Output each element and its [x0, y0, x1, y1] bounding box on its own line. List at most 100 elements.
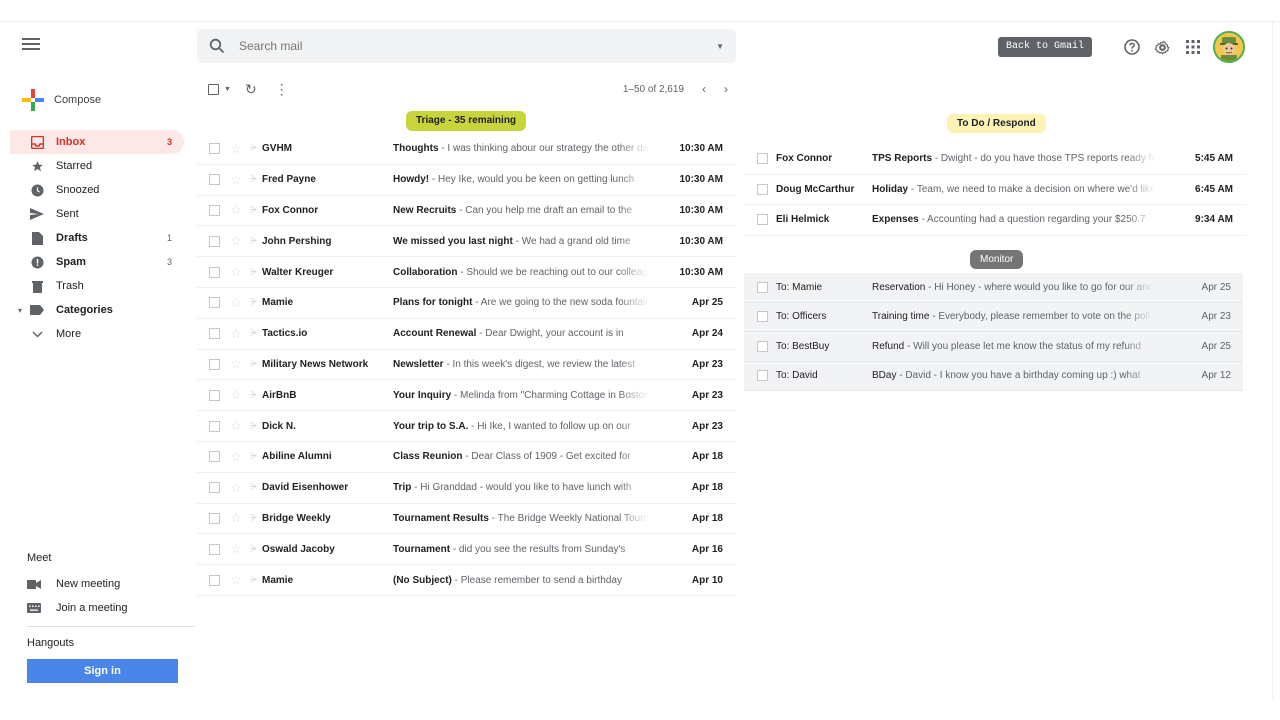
more-options-icon[interactable]: ⋮: [275, 81, 289, 98]
main-menu-button[interactable]: [22, 38, 40, 52]
row-checkbox[interactable]: [209, 297, 220, 309]
join-meeting-button[interactable]: Join a meeting: [27, 596, 195, 620]
important-marker-icon[interactable]: ᗒ: [250, 390, 262, 401]
star-icon[interactable]: ☆: [230, 480, 244, 496]
email-row[interactable]: ☆ ᗒ AirBnB Your Inquiry - Melinda from "…: [197, 380, 736, 412]
row-checkbox[interactable]: [209, 574, 220, 586]
important-marker-icon[interactable]: ᗒ: [250, 544, 262, 555]
select-menu-caret-icon[interactable]: ▼: [224, 86, 231, 93]
sidebar-item-snoozed[interactable]: Snoozed: [10, 178, 184, 202]
apps-grid-icon[interactable]: [1182, 36, 1204, 58]
email-row[interactable]: ☆ ᗒ Mamie (No Subject) - Please remember…: [197, 565, 736, 596]
email-row[interactable]: ☆ ᗒ Oswald Jacoby Tournament - did you s…: [197, 534, 736, 566]
important-marker-icon[interactable]: ᗒ: [250, 174, 262, 185]
email-row[interactable]: ☆ ᗒ Tactics.io Account Renewal - Dear Dw…: [197, 319, 736, 350]
row-checkbox[interactable]: [209, 358, 220, 370]
search-icon[interactable]: [209, 38, 225, 54]
important-marker-icon[interactable]: ᗒ: [250, 359, 262, 370]
sign-in-button[interactable]: Sign in: [27, 659, 178, 683]
star-icon[interactable]: ☆: [230, 172, 244, 188]
star-icon[interactable]: ☆: [230, 418, 244, 434]
row-checkbox[interactable]: [757, 214, 768, 226]
sidebar-item-drafts[interactable]: Drafts 1: [10, 226, 184, 250]
important-marker-icon[interactable]: ᗒ: [250, 236, 262, 247]
row-checkbox[interactable]: [757, 370, 768, 382]
monitor-email-row[interactable]: To: David BDay - David - I know you have…: [744, 362, 1243, 391]
row-checkbox[interactable]: [209, 235, 220, 247]
sidebar-item-categories[interactable]: ▾ Categories: [10, 298, 184, 322]
star-icon[interactable]: ☆: [230, 264, 244, 280]
todo-email-row[interactable]: Fox Connor TPS Reports - Dwight - do you…: [744, 144, 1247, 175]
sidebar-item-sent[interactable]: Sent: [10, 202, 184, 226]
refresh-icon[interactable]: ↻: [245, 81, 257, 98]
row-checkbox[interactable]: [209, 174, 220, 186]
monitor-email-row[interactable]: To: Officers Training time - Everybody, …: [744, 303, 1243, 332]
sidebar-item-starred[interactable]: Starred: [10, 154, 184, 178]
select-all-checkbox[interactable]: [208, 83, 219, 95]
row-checkbox[interactable]: [209, 543, 220, 555]
star-icon[interactable]: ☆: [230, 233, 244, 249]
email-row[interactable]: ☆ ᗒ Walter Kreuger Collaboration - Shoul…: [197, 257, 736, 288]
row-checkbox[interactable]: [209, 266, 220, 278]
email-row[interactable]: ☆ ᗒ Military News Network Newsletter - I…: [197, 350, 736, 381]
row-checkbox[interactable]: [209, 451, 220, 463]
account-avatar[interactable]: [1213, 31, 1245, 63]
search-input[interactable]: [239, 39, 717, 53]
row-checkbox[interactable]: [209, 143, 220, 155]
row-checkbox[interactable]: [209, 420, 220, 432]
monitor-email-row[interactable]: To: Mamie Reservation - Hi Honey - where…: [744, 273, 1243, 303]
important-marker-icon[interactable]: ᗒ: [250, 297, 262, 308]
monitor-email-row[interactable]: To: BestBuy Refund - Will you please let…: [744, 332, 1243, 362]
star-icon[interactable]: ☆: [230, 387, 244, 403]
star-icon[interactable]: ☆: [230, 295, 244, 311]
important-marker-icon[interactable]: ᗒ: [250, 328, 262, 339]
row-checkbox[interactable]: [209, 389, 220, 401]
email-row[interactable]: ☆ ᗒ Dick N. Your trip to S.A. - Hi Ike, …: [197, 411, 736, 442]
email-row[interactable]: ☆ ᗒ David Eisenhower Trip - Hi Granddad …: [197, 473, 736, 504]
important-marker-icon[interactable]: ᗒ: [250, 451, 262, 462]
important-marker-icon[interactable]: ᗒ: [250, 482, 262, 493]
back-to-gmail-button[interactable]: Back to Gmail: [998, 37, 1093, 57]
help-icon[interactable]: [1121, 36, 1143, 58]
important-marker-icon[interactable]: ᗒ: [250, 143, 262, 154]
previous-page-icon[interactable]: ‹: [702, 82, 706, 96]
email-row[interactable]: ☆ ᗒ GVHM Thoughts - I was thinking abour…: [197, 134, 736, 165]
row-checkbox[interactable]: [209, 204, 220, 216]
email-row[interactable]: ☆ ᗒ John Pershing We missed you last nig…: [197, 226, 736, 258]
search-options-icon[interactable]: ▼: [716, 42, 724, 51]
star-icon[interactable]: ☆: [230, 572, 244, 588]
star-icon[interactable]: ☆: [230, 141, 244, 157]
todo-email-row[interactable]: Doug McCarthur Holiday - Team, we need t…: [744, 175, 1247, 205]
important-marker-icon[interactable]: ᗒ: [250, 575, 262, 586]
email-row[interactable]: ☆ ᗒ Mamie Plans for tonight - Are we goi…: [197, 288, 736, 319]
email-row[interactable]: ☆ ᗒ Fred Payne Howdy! - Hey Ike, would y…: [197, 165, 736, 196]
row-checkbox[interactable]: [757, 153, 768, 165]
todo-email-row[interactable]: Eli Helmick Expenses - Accounting had a …: [744, 205, 1247, 236]
compose-button[interactable]: Compose: [22, 84, 101, 116]
star-icon[interactable]: ☆: [230, 202, 244, 218]
email-row[interactable]: ☆ ᗒ Fox Connor New Recruits - Can you he…: [197, 196, 736, 227]
sidebar-item-trash[interactable]: Trash: [10, 274, 184, 298]
row-checkbox[interactable]: [757, 311, 768, 323]
email-row[interactable]: ☆ ᗒ Abiline Alumni Class Reunion - Dear …: [197, 442, 736, 473]
star-icon[interactable]: ☆: [230, 541, 244, 557]
row-checkbox[interactable]: [209, 482, 220, 494]
important-marker-icon[interactable]: ᗒ: [250, 513, 262, 524]
row-checkbox[interactable]: [757, 183, 768, 195]
settings-gear-icon[interactable]: [1151, 36, 1173, 58]
sidebar-item-more[interactable]: More: [10, 322, 184, 346]
star-icon[interactable]: ☆: [230, 449, 244, 465]
search-bar[interactable]: ▼: [197, 29, 736, 63]
important-marker-icon[interactable]: ᗒ: [250, 267, 262, 278]
sidebar-item-inbox[interactable]: Inbox 3: [10, 130, 184, 154]
next-page-icon[interactable]: ›: [724, 82, 728, 96]
new-meeting-button[interactable]: New meeting: [27, 572, 195, 596]
star-icon[interactable]: ☆: [230, 510, 244, 526]
row-checkbox[interactable]: [757, 340, 768, 352]
star-icon[interactable]: ☆: [230, 326, 244, 342]
row-checkbox[interactable]: [209, 328, 220, 340]
expand-caret-icon[interactable]: ▾: [18, 306, 22, 315]
row-checkbox[interactable]: [209, 512, 220, 524]
important-marker-icon[interactable]: ᗒ: [250, 205, 262, 216]
row-checkbox[interactable]: [757, 281, 768, 293]
